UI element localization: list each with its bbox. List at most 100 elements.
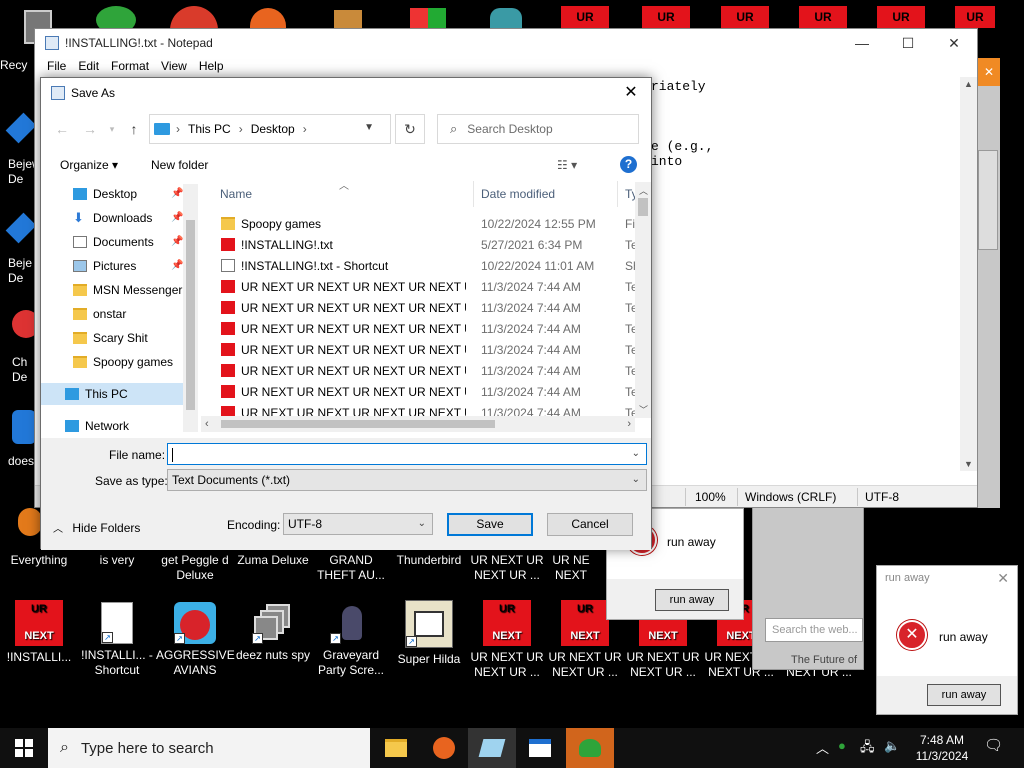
desktop-icon-super-hilda[interactable]: ↗ Super Hilda [390,600,468,667]
desktop-icon-ur-next[interactable]: URNEXT UR NEXT UR NEXT UR ... [468,600,546,680]
file-row[interactable]: UR NEXT UR NEXT UR NEXT UR NEXT UR ... 1… [201,360,651,381]
help-icon[interactable]: ? [620,156,637,173]
file-row[interactable]: UR NEXT UR NEXT UR NEXT UR NEXT UR ... 1… [201,276,651,297]
column-header-date[interactable]: Date modified [481,181,555,207]
desktop-icon-label[interactable]: UR NE NEXT [546,553,596,583]
up-arrow-icon[interactable]: ↑ [123,118,145,140]
file-row[interactable]: UR NEXT UR NEXT UR NEXT UR NEXT UR ... 1… [201,402,651,417]
nav-item-this-pc[interactable]: This PC [41,383,183,405]
file-row[interactable]: Spoopy games 10/22/2024 12:55 PM Fi [201,213,651,234]
organize-button[interactable]: Organize ▾ [60,158,118,172]
menu-file[interactable]: File [41,57,72,77]
save-type-select[interactable]: Text Documents (*.txt) ⌄ [167,469,647,491]
save-as-dialog[interactable]: Save As ✕ ← → ▾ ↑ › This PC › Desktop › … [40,77,652,550]
show-hidden-icons-icon[interactable]: ︿ [816,738,829,757]
ur-next-icon[interactable]: UR [877,6,925,28]
run-away-button[interactable]: run away [655,589,729,611]
close-button[interactable]: ✕ [931,29,977,57]
popup-close-icon[interactable]: ✕ [997,570,1009,587]
scroll-down-icon[interactable]: ▼ [964,459,973,469]
breadcrumb-desktop[interactable]: Desktop [251,122,295,136]
dialog-titlebar[interactable]: Save As [41,78,651,108]
ur-next-icon[interactable]: UR [561,6,609,28]
notepad-text-area[interactable]: riately e (e.g., into [651,79,713,169]
nav-item-scary-shit[interactable]: Scary Shit [73,327,183,349]
minimize-button[interactable]: — [839,29,885,57]
nav-item-network[interactable]: Network [65,415,183,437]
save-button[interactable]: Save [447,513,533,536]
desktop-icon-deez-nuts-spy[interactable]: ↗ deez nuts spy [234,602,312,663]
clock[interactable]: 7:48 AM 11/3/2024 [912,732,972,764]
network-tray-icon[interactable]: 🖧 [860,738,875,760]
desktop-icon-installing-shortcut[interactable]: ↗ !INSTALLI... - Shortcut [78,602,156,678]
nav-pane-scrollbar[interactable] [183,184,198,432]
encoding-select[interactable]: UTF-8 ⌄ [283,513,433,535]
file-list-vertical-scrollbar[interactable]: ︿ ﹀ [635,182,651,418]
ur-next-icon[interactable]: UR [642,6,690,28]
notepad-titlebar[interactable]: !INSTALLING!.txt - Notepad [35,29,977,57]
start-button[interactable] [0,728,48,768]
browser-window[interactable]: Search the web... The Future of [752,505,864,670]
notifications-icon[interactable]: 🗨 [984,736,1003,754]
desktop-icon-label[interactable]: Zuma Deluxe [234,553,312,568]
taskbar-search-input[interactable]: ⌕ Type here to search [48,728,370,768]
desktop-icon-label[interactable]: GRAND THEFT AU... [312,553,390,583]
menu-edit[interactable]: Edit [72,57,105,77]
file-row[interactable]: !INSTALLING!.txt 5/27/2021 6:34 PM Te [201,234,651,255]
forward-arrow-icon[interactable]: → [79,118,101,140]
ur-next-icon[interactable]: UR [721,6,769,28]
desktop-icon-aggressive-avians[interactable]: ↗ AGGRESSIVE AVIANS [156,602,235,678]
nav-item-documents[interactable]: Documents 📌 [73,231,183,253]
dialog-close-icon[interactable]: ✕ [617,82,645,104]
notepad-taskbar-icon[interactable] [468,728,516,768]
breadcrumb-this-pc[interactable]: This PC [188,122,231,136]
browser-close-icon[interactable]: ✕ [978,58,1000,86]
file-explorer-taskbar-icon[interactable] [372,728,420,768]
nav-item-onstar[interactable]: onstar [73,303,183,325]
desktop-icon-label[interactable]: get Peggle d Deluxe [156,553,234,583]
nav-item-spoopy-games[interactable]: Spoopy games [73,351,183,373]
file-row[interactable]: UR NEXT UR NEXT UR NEXT UR NEXT UR ... 1… [201,381,651,402]
back-arrow-icon[interactable]: ← [51,118,73,140]
ur-next-icon[interactable]: UR [955,6,995,28]
game-icon[interactable] [5,112,37,144]
desktop-icon-label[interactable]: UR NEXT UR NEXT UR ... [468,553,546,583]
desktop-icon-label[interactable]: is very [78,553,156,568]
nav-item-downloads[interactable]: ⬇ Downloads 📌 [73,207,183,229]
file-row[interactable]: !INSTALLING!.txt - Shortcut 10/22/2024 1… [201,255,651,276]
dialog-taskbar-icon[interactable] [516,728,564,768]
scroll-up-icon[interactable]: ▲ [964,79,973,89]
column-header-name[interactable]: Name [220,181,252,207]
nav-item-msn-messenger[interactable]: MSN Messenger [73,279,183,301]
menu-format[interactable]: Format [105,57,155,77]
ur-next-icon[interactable]: UR [799,6,847,28]
search-input[interactable]: ⌕ Search Desktop [437,114,639,144]
notepad-vertical-scrollbar[interactable]: ▲ ▼ [960,77,977,471]
error-popup[interactable]: run away ✕ ✕ run away run away [876,565,1018,715]
desktop-icon-label[interactable]: Thunderbird [390,553,468,568]
nav-item-pictures[interactable]: Pictures 📌 [73,255,183,277]
game-icon[interactable] [5,212,37,244]
file-name-input[interactable]: ⌄ [167,443,647,465]
menu-help[interactable]: Help [193,57,230,77]
cancel-button[interactable]: Cancel [547,513,633,536]
new-folder-button[interactable]: New folder [151,158,208,172]
chevron-down-icon[interactable]: ▼ [364,122,374,133]
scroll-right-icon[interactable]: › [627,418,631,430]
file-row[interactable]: UR NEXT UR NEXT UR NEXT UR NEXT UR ... 1… [201,318,651,339]
firefox-taskbar-icon[interactable] [420,728,468,768]
game-icon[interactable] [18,508,42,536]
maximize-button[interactable]: ☐ [885,29,931,57]
chevron-down-icon[interactable]: ⌄ [632,444,640,464]
file-row[interactable]: UR NEXT UR NEXT UR NEXT UR NEXT UR ... 1… [201,339,651,360]
desktop-icon-label[interactable]: Recy [0,58,34,73]
desktop-icon-installing[interactable]: UR NEXT !INSTALLI... [0,600,78,665]
scroll-left-icon[interactable]: ‹ [205,418,209,430]
msn-messenger-taskbar-icon[interactable] [566,728,614,768]
scroll-up-icon[interactable]: ︿ [639,184,648,197]
msn-tray-icon[interactable]: ● [838,738,846,753]
desktop-icon-graveyard-party[interactable]: ↗ Graveyard Party Scre... [312,602,390,678]
browser-search-field[interactable]: Search the web... [765,618,863,642]
run-away-button[interactable]: run away [927,684,1001,706]
volume-icon[interactable]: 🔈 [884,738,900,754]
